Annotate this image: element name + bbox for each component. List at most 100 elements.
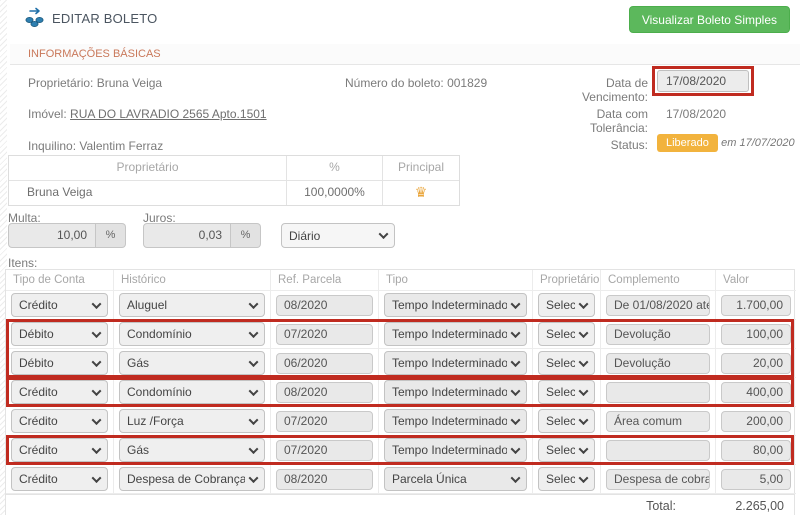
ref-parcela-input[interactable]: 07/2020 bbox=[276, 324, 373, 345]
items-total-row: Total: 2.265,00 bbox=[6, 494, 794, 515]
tipo-conta-select[interactable]: Débito bbox=[11, 351, 108, 375]
chevron-down-icon bbox=[92, 473, 102, 483]
chevron-down-icon bbox=[249, 328, 259, 338]
proprietario-select[interactable]: Selecion bbox=[538, 467, 595, 491]
valor-input[interactable]: 100,00 bbox=[721, 324, 791, 345]
historico-value: Gás bbox=[127, 443, 245, 457]
item-row: Crédito Gás 07/2020 Tempo Indeterminado … bbox=[6, 436, 794, 465]
tipo-select[interactable]: Tempo Indeterminado (Mê bbox=[384, 351, 527, 375]
numero-boleto-line: Número do boleto: 001829 bbox=[345, 76, 487, 90]
crown-icon[interactable]: ♛ bbox=[415, 184, 428, 200]
valor-input[interactable]: 400,00 bbox=[721, 382, 791, 403]
historico-select[interactable]: Gás bbox=[119, 438, 265, 462]
valor-input[interactable]: 5,00 bbox=[721, 469, 791, 490]
page-header: EDITAR BOLETO bbox=[24, 7, 157, 29]
proprietario-select[interactable]: Selecion bbox=[538, 293, 595, 317]
items-header-complemento: Complemento bbox=[601, 270, 716, 291]
tipo-conta-select[interactable]: Crédito bbox=[11, 293, 108, 317]
chevron-down-icon bbox=[92, 357, 102, 367]
complemento-input[interactable] bbox=[606, 440, 710, 461]
tipo-conta-select[interactable]: Crédito bbox=[11, 438, 108, 462]
valor-input[interactable]: 80,00 bbox=[721, 440, 791, 461]
tipo-select[interactable]: Parcela Única bbox=[384, 467, 527, 491]
owners-header-proprietario: Proprietário bbox=[9, 156, 287, 180]
tipo-select[interactable]: Tempo Indeterminado (Mê bbox=[384, 438, 527, 462]
tipo-select[interactable]: Tempo Indeterminado (Mê bbox=[384, 293, 527, 317]
ref-parcela-input[interactable]: 08/2020 bbox=[276, 382, 373, 403]
ref-parcela-input[interactable]: 08/2020 bbox=[276, 295, 373, 316]
imovel-link[interactable]: RUA DO LAVRADIO 2565 Apto.1501 bbox=[70, 107, 267, 121]
tipo-conta-select[interactable]: Crédito bbox=[11, 467, 108, 491]
tipo-select[interactable]: Tempo Indeterminado (Mê bbox=[384, 380, 527, 404]
tipo-select[interactable]: Tempo Indeterminado (Mê bbox=[384, 322, 527, 346]
proprietario-select[interactable]: Selecion bbox=[538, 322, 595, 346]
complemento-input[interactable]: De 01/08/2020 até bbox=[606, 295, 710, 316]
proprietario-select[interactable]: Selecion bbox=[538, 380, 595, 404]
tipo-select[interactable]: Tempo Indeterminado (Mê bbox=[384, 409, 527, 433]
proprietario-select[interactable]: Selecion bbox=[538, 438, 595, 462]
items-table: Tipo de Conta Histórico Ref. Parcela Tip… bbox=[5, 269, 795, 515]
chevron-down-icon bbox=[579, 473, 589, 483]
owners-table-header: Proprietário % Principal bbox=[9, 156, 459, 181]
chevron-down-icon bbox=[249, 473, 259, 483]
juros-input[interactable]: 0,03 bbox=[143, 223, 231, 248]
chevron-down-icon bbox=[579, 444, 589, 454]
historico-select[interactable]: Luz /Força bbox=[119, 409, 265, 433]
items-header-ref-parcela: Ref. Parcela bbox=[271, 270, 379, 291]
vencimento-input[interactable]: 17/08/2020 bbox=[657, 70, 749, 92]
complemento-input[interactable] bbox=[606, 382, 710, 403]
proprietario-select[interactable]: Selecion bbox=[538, 351, 595, 375]
proprietario-select-value: Selecion bbox=[546, 414, 575, 428]
items-header-historico: Histórico bbox=[114, 270, 271, 291]
items-header-valor: Valor bbox=[716, 270, 796, 291]
complemento-input[interactable]: Devolução bbox=[606, 324, 710, 345]
status-since: em 17/07/2020 bbox=[721, 137, 794, 149]
tipo-conta-select[interactable]: Crédito bbox=[11, 409, 108, 433]
tolerancia-label: Data com Tolerância: bbox=[590, 107, 648, 135]
valor-input[interactable]: 20,00 bbox=[721, 353, 791, 374]
historico-select[interactable]: Aluguel bbox=[119, 293, 265, 317]
historico-select[interactable]: Condomínio bbox=[119, 322, 265, 346]
ref-parcela-input[interactable]: 07/2020 bbox=[276, 440, 373, 461]
tipo-conta-select[interactable]: Débito bbox=[11, 322, 108, 346]
tipo-conta-value: Crédito bbox=[19, 443, 88, 457]
visualizar-boleto-button[interactable]: Visualizar Boleto Simples bbox=[629, 6, 790, 33]
item-row: Crédito Condomínio 08/2020 Tempo Indeter… bbox=[6, 378, 794, 407]
tipo-value: Tempo Indeterminado (Mê bbox=[392, 414, 507, 428]
proprietario-select-value: Selecion bbox=[546, 443, 575, 457]
imovel-line: Imóvel: RUA DO LAVRADIO 2565 Apto.1501 bbox=[28, 107, 267, 121]
valor-input[interactable]: 1.700,00 bbox=[721, 295, 791, 316]
total-value: 2.265,00 bbox=[714, 499, 794, 513]
chevron-down-icon bbox=[579, 415, 589, 425]
ref-parcela-input[interactable]: 06/2020 bbox=[276, 353, 373, 374]
valor-input[interactable]: 200,00 bbox=[721, 411, 791, 432]
ref-parcela-input[interactable]: 07/2020 bbox=[276, 411, 373, 432]
tolerancia-value: 17/08/2020 bbox=[666, 107, 726, 121]
periodo-select[interactable]: Diário bbox=[281, 223, 395, 248]
tipo-conta-select[interactable]: Crédito bbox=[11, 380, 108, 404]
historico-select[interactable]: Condomínio bbox=[119, 380, 265, 404]
juros-group: 0,03 % bbox=[143, 223, 261, 248]
chevron-down-icon bbox=[511, 444, 521, 454]
historico-select[interactable]: Gás bbox=[119, 351, 265, 375]
historico-value: Aluguel bbox=[127, 298, 245, 312]
proprietario-select[interactable]: Selecion bbox=[538, 409, 595, 433]
historico-value: Luz /Força bbox=[127, 414, 245, 428]
complemento-input[interactable]: Despesa de cobran bbox=[606, 469, 710, 490]
owner-percent: 100,0000% bbox=[287, 181, 383, 205]
chevron-down-icon bbox=[579, 299, 589, 309]
proprietario-select-value: Selecion bbox=[546, 327, 575, 341]
section-informacoes-basicas: INFORMAÇÕES BÁSICAS bbox=[10, 44, 800, 65]
complemento-input[interactable]: Devolução bbox=[606, 353, 710, 374]
imovel-label: Imóvel: bbox=[28, 107, 67, 121]
historico-value: Gás bbox=[127, 356, 245, 370]
status-label: Status: bbox=[611, 138, 648, 152]
complemento-input[interactable]: Área comum bbox=[606, 411, 710, 432]
chevron-down-icon bbox=[249, 299, 259, 309]
tipo-value: Tempo Indeterminado (Mê bbox=[392, 327, 507, 341]
multa-input[interactable]: 10,00 bbox=[8, 223, 96, 248]
ref-parcela-input[interactable]: 08/2020 bbox=[276, 469, 373, 490]
historico-select[interactable]: Despesa de Cobrança bbox=[119, 467, 265, 491]
itens-label: Itens: bbox=[8, 256, 37, 270]
items-header-tipo: Tipo bbox=[379, 270, 533, 291]
